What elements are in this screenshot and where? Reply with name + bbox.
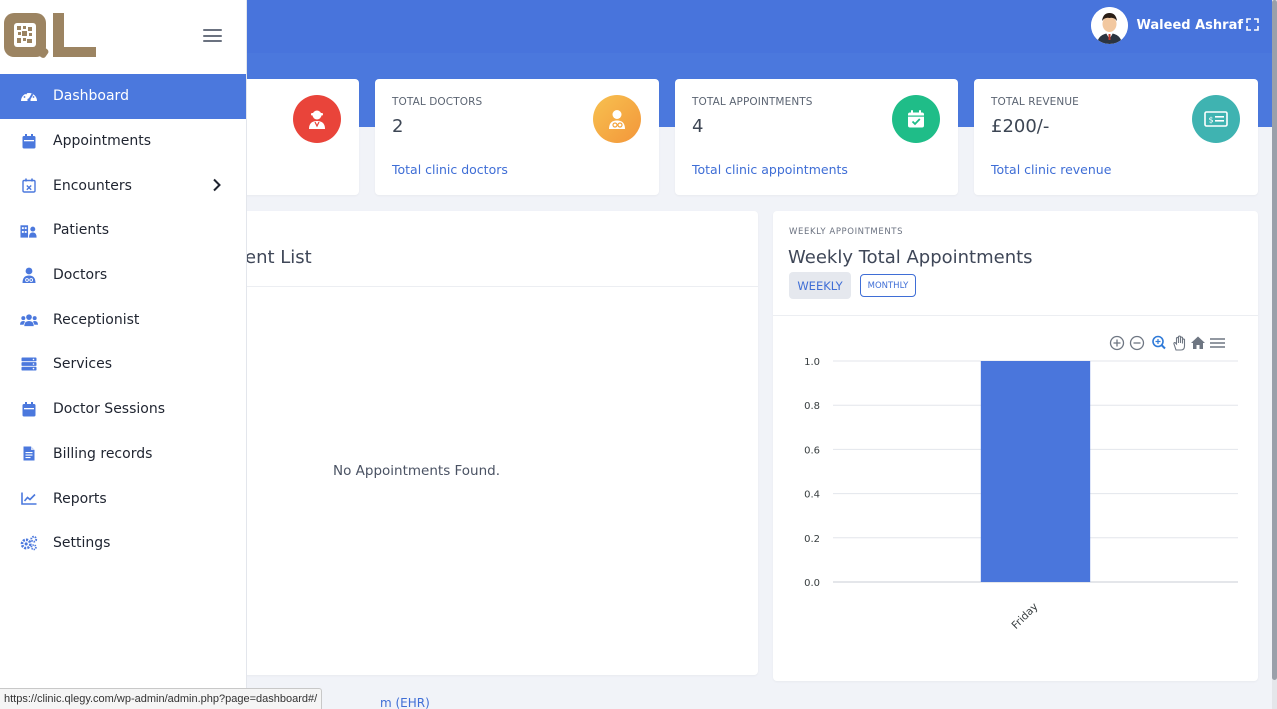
revenue-stat-value: £200/- bbox=[991, 116, 1050, 137]
doctors-stat-link[interactable]: Total clinic doctors bbox=[392, 162, 508, 177]
doctors-stat-value: 2 bbox=[392, 116, 404, 137]
sidebar-nav: Dashboard Appointments Encounters Patien… bbox=[0, 74, 246, 566]
panel-divider bbox=[773, 315, 1258, 316]
sidebar-item-services[interactable]: Services bbox=[0, 342, 246, 387]
no-appointments-message: No Appointments Found. bbox=[333, 463, 501, 479]
page-scrollbar-thumb[interactable] bbox=[1272, 0, 1277, 680]
sidebar-item-billing-records[interactable]: Billing records bbox=[0, 432, 246, 477]
users-group-icon bbox=[20, 311, 38, 329]
browser-status-url: https://clinic.qlegy.com/wp-admin/admin.… bbox=[0, 688, 323, 709]
sidebar-item-label: Doctors bbox=[53, 267, 108, 284]
gears-icon bbox=[20, 534, 38, 552]
revenue-stat-link[interactable]: Total clinic revenue bbox=[991, 162, 1111, 177]
file-invoice-icon bbox=[20, 445, 38, 463]
sidebar-item-patients[interactable]: Patients bbox=[0, 208, 246, 253]
sidebar-item-label: Encounters bbox=[53, 177, 132, 194]
appointment-list-panel: ent List No Appointments Found. bbox=[200, 211, 758, 675]
sidebar-item-receptionist[interactable]: Receptionist bbox=[0, 297, 246, 342]
doctors-stat-card: TOTAL DOCTORS 2 Total clinic doctors bbox=[375, 79, 659, 195]
monthly-tab-button[interactable]: MONTHLY bbox=[860, 274, 916, 297]
chevron-right-icon[interactable] bbox=[212, 178, 222, 192]
weekly-tab-button[interactable]: WEEKLY bbox=[789, 272, 851, 299]
user-name[interactable]: Waleed Ashraf bbox=[1137, 18, 1243, 33]
y-tick-label: 1.0 bbox=[804, 357, 820, 368]
y-tick-label: 0.0 bbox=[804, 578, 820, 589]
revenue-stat-label: TOTAL REVENUE bbox=[991, 96, 1079, 108]
panel-divider bbox=[200, 286, 758, 287]
appointments-stat-label: TOTAL APPOINTMENTS bbox=[692, 96, 813, 108]
sidebar-item-label: Settings bbox=[53, 535, 111, 552]
calendar-check-icon bbox=[892, 95, 940, 143]
line-chart-icon bbox=[20, 490, 38, 508]
weekly-bar-chart: 0.0 0.2 0.4 0.6 0.8 1.0 Friday bbox=[804, 357, 1238, 632]
appointments-stat-card: TOTAL APPOINTMENTS 4 Total clinic appoin… bbox=[675, 79, 958, 195]
doctor-icon bbox=[20, 266, 38, 284]
sidebar: QL Dashboard Appointments Encounters Pat… bbox=[0, 0, 247, 709]
user-menu[interactable]: Waleed Ashraf bbox=[1090, 7, 1243, 44]
qlegy-logo[interactable]: QL bbox=[4, 10, 98, 60]
sidebar-item-doctors[interactable]: Doctors bbox=[0, 253, 246, 298]
server-stack-icon bbox=[20, 355, 38, 373]
appointment-list-title: ent List bbox=[245, 247, 312, 268]
footer-link[interactable]: m (EHR) bbox=[380, 696, 430, 709]
page-scrollbar[interactable] bbox=[1272, 0, 1277, 709]
sidebar-item-label: Billing records bbox=[53, 445, 153, 462]
calendar-icon bbox=[20, 400, 38, 418]
x-tick-label: Friday bbox=[1010, 601, 1041, 632]
sidebar-item-appointments[interactable]: Appointments bbox=[0, 119, 246, 164]
sidebar-item-label: Services bbox=[53, 356, 113, 373]
chart-bar bbox=[980, 361, 1091, 582]
sidebar-item-label: Patients bbox=[53, 222, 110, 239]
sidebar-item-doctor-sessions[interactable]: Doctor Sessions bbox=[0, 387, 246, 432]
money-bill-icon: $ bbox=[1192, 95, 1240, 143]
sidebar-item-label: Appointments bbox=[53, 133, 152, 150]
sidebar-item-encounters[interactable]: Encounters bbox=[0, 163, 246, 208]
y-tick-label: 0.4 bbox=[804, 490, 820, 501]
user-avatar[interactable] bbox=[1090, 7, 1128, 44]
sidebar-item-label: Doctor Sessions bbox=[53, 401, 166, 418]
fullscreen-icon[interactable] bbox=[1246, 18, 1259, 31]
y-tick-label: 0.6 bbox=[804, 445, 820, 456]
calendar-icon bbox=[20, 132, 38, 150]
sidebar-item-label: Dashboard bbox=[53, 88, 129, 105]
patients-building-icon bbox=[20, 221, 38, 239]
chart-title: Weekly Total Appointments bbox=[788, 247, 1033, 268]
sidebar-item-label: Reports bbox=[53, 490, 107, 507]
weekly-appointments-panel: WEEKLY APPOINTMENTS Weekly Total Appoint… bbox=[773, 211, 1258, 681]
sidebar-item-reports[interactable]: Reports bbox=[0, 476, 246, 521]
appointments-stat-value: 4 bbox=[692, 116, 704, 137]
sidebar-item-label: Receptionist bbox=[53, 311, 140, 328]
revenue-stat-card: TOTAL REVENUE £200/- Total clinic revenu… bbox=[974, 79, 1258, 195]
patient-icon bbox=[293, 95, 341, 143]
sidebar-toggle-hamburger-icon[interactable] bbox=[203, 29, 222, 42]
svg-text:$: $ bbox=[1209, 116, 1214, 125]
chart-kicker: WEEKLY APPOINTMENTS bbox=[789, 227, 904, 237]
doctors-stat-label: TOTAL DOCTORS bbox=[392, 96, 483, 108]
appointments-stat-link[interactable]: Total clinic appointments bbox=[692, 162, 848, 177]
y-tick-label: 0.2 bbox=[804, 534, 820, 545]
sidebar-item-dashboard[interactable]: Dashboard bbox=[0, 74, 246, 119]
logo-text: QL bbox=[4, 10, 6, 11]
calendar-x-icon bbox=[20, 177, 38, 195]
y-tick-label: 0.8 bbox=[804, 401, 820, 412]
sidebar-item-settings[interactable]: Settings bbox=[0, 521, 246, 566]
doctor-icon bbox=[593, 95, 641, 143]
dashboard-gauge-icon bbox=[20, 87, 38, 105]
